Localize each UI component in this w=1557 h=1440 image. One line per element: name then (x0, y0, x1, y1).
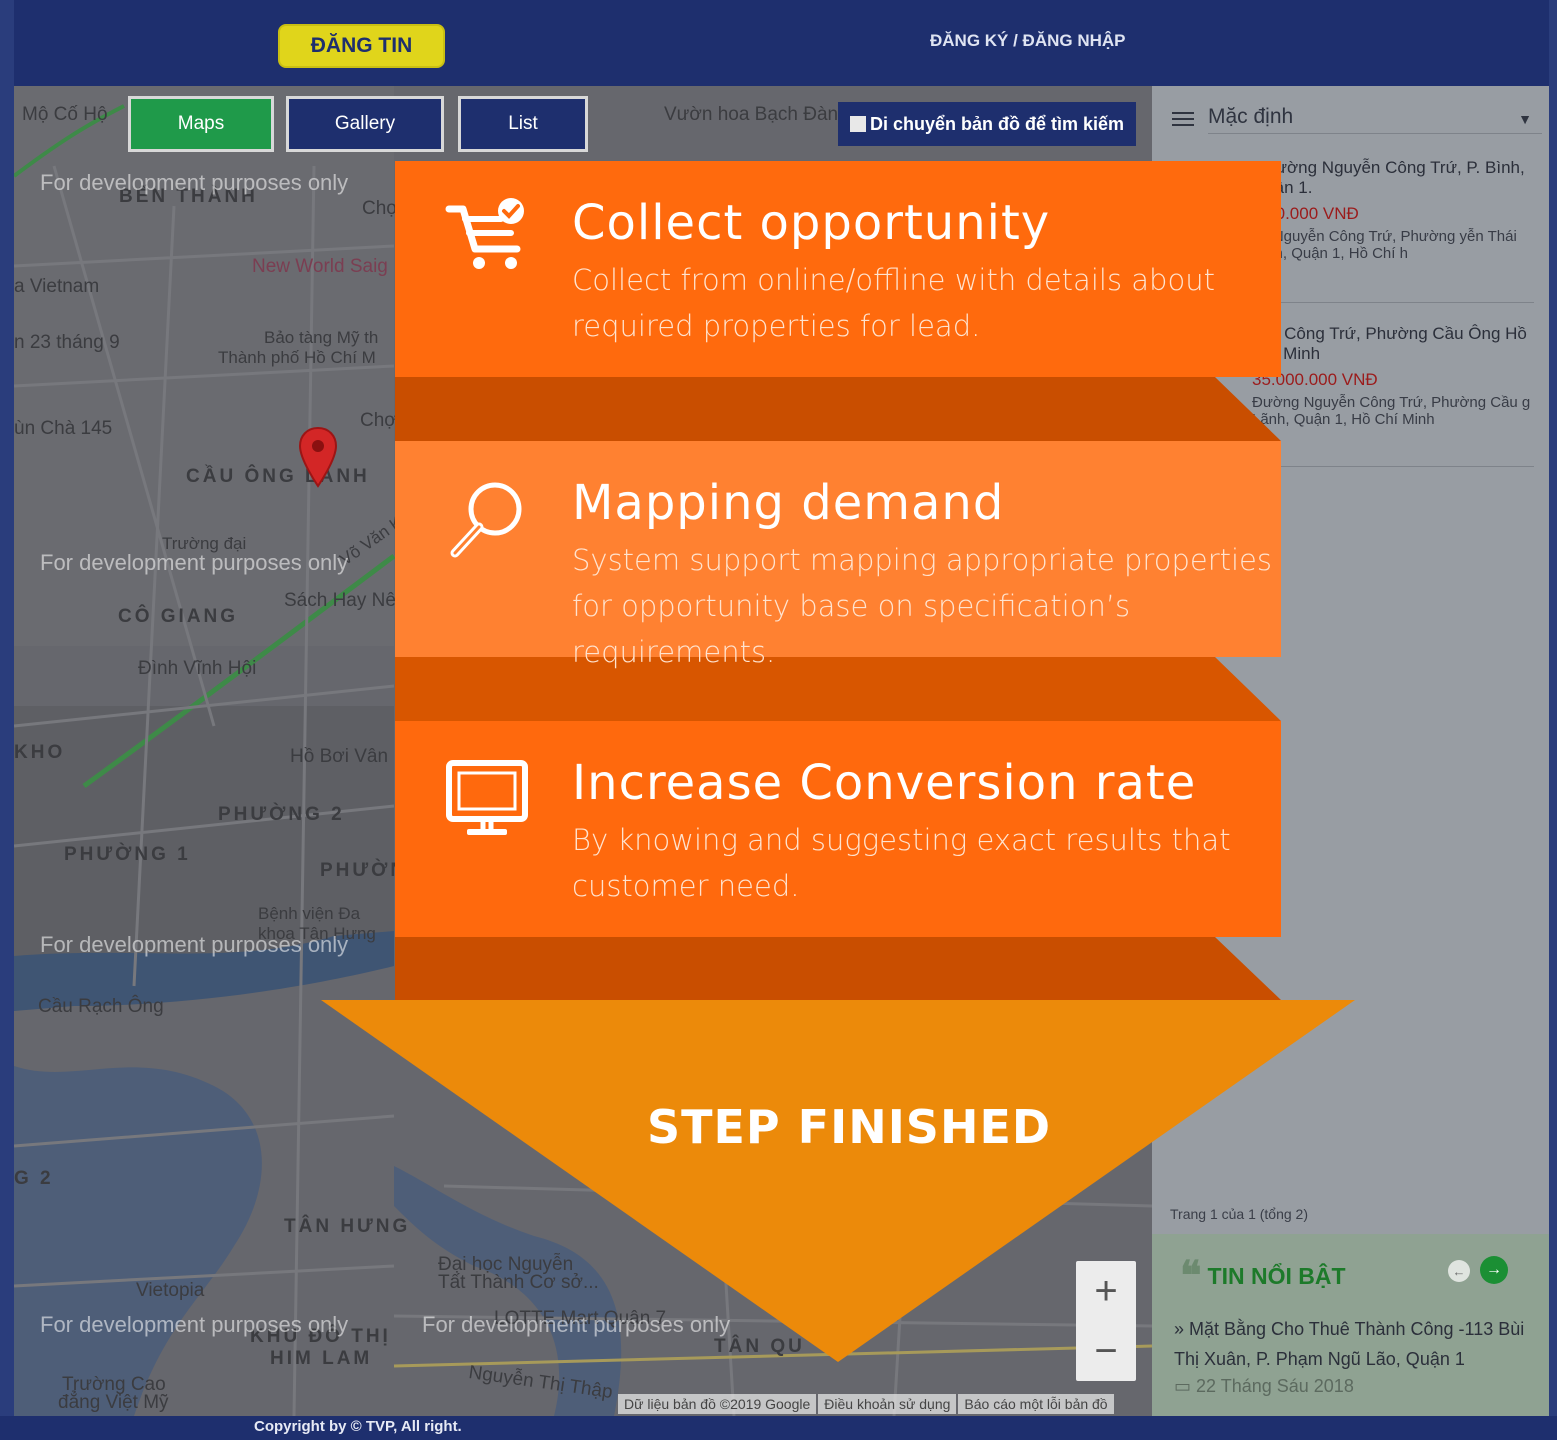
funnel-connector (395, 377, 1281, 441)
step-description: By knowing and suggesting exact results … (572, 823, 1231, 903)
step-title: Collect opportunity (572, 195, 1051, 251)
final-arrow (321, 1000, 1355, 1362)
funnel-step-mapping: Mapping demand System support mapping ap… (395, 441, 1281, 669)
funnel-step-collect: Collect opportunity Collect from online/… (395, 161, 1281, 377)
cart-check-icon (445, 198, 524, 269)
funnel-step-conversion: Increase Conversion rate By knowing and … (395, 721, 1281, 937)
step-description: System support mapping appropriate prope… (572, 543, 1273, 669)
step-title: Increase Conversion rate (572, 755, 1197, 811)
funnel-connector (395, 937, 1281, 1000)
magnifier-icon (450, 482, 522, 558)
step-title: Mapping demand (572, 475, 1005, 531)
monitor-icon (446, 760, 528, 835)
step-finished-label: STEP FINISHED (647, 1100, 1052, 1154)
step-description: Collect from online/offline with details… (572, 263, 1215, 343)
